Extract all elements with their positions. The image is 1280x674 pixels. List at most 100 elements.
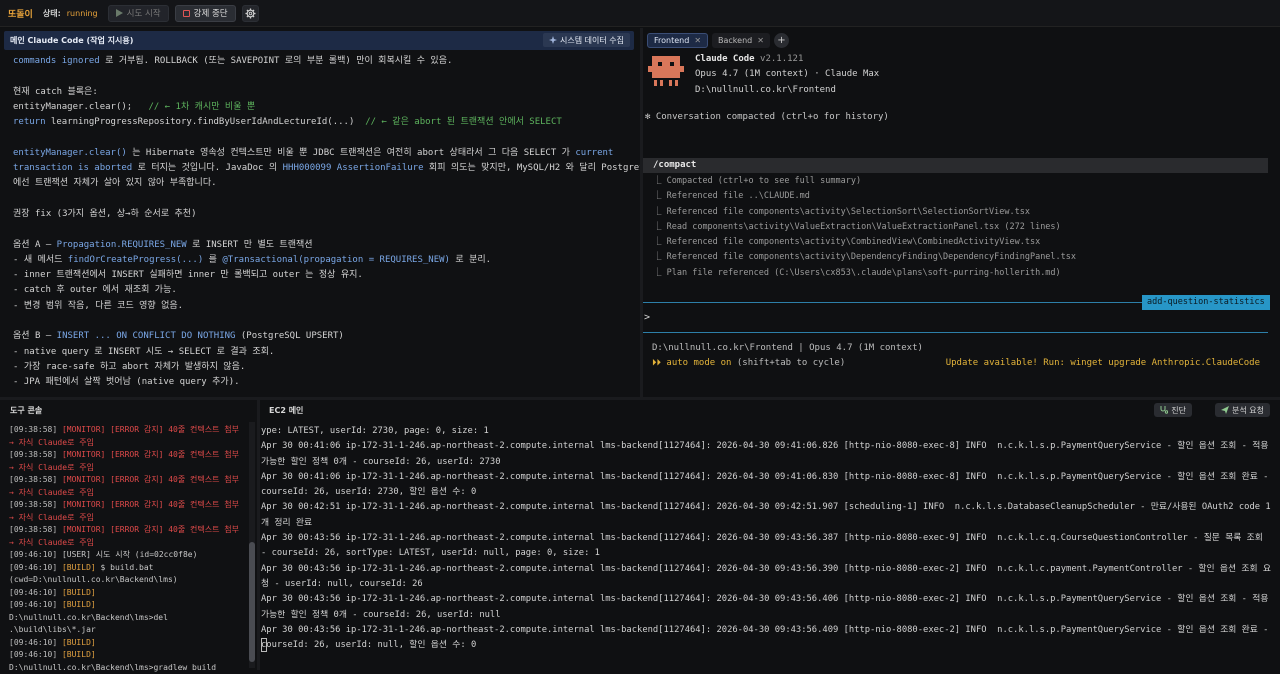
compact-result-item: ⎿ Referenced file components\activity\De… (653, 252, 1077, 263)
stethoscope-icon (1160, 406, 1169, 414)
settings-button[interactable] (241, 4, 259, 22)
compact-result-item: ⎿ Referenced file components\activity\Co… (653, 237, 1041, 248)
tool-console-scrollbar[interactable] (249, 422, 255, 668)
output-segment: - 가장 race-safe 하고 abort 자체가 발생하지 않음. (13, 361, 246, 372)
compact-command: /compact (643, 158, 1268, 173)
log-tag: [BUILD] (61, 600, 96, 609)
close-icon[interactable]: ✕ (757, 36, 764, 45)
ec2-log-line: Apr 30 00:43:56 ip-172-31-1-246.ap-north… (261, 563, 1271, 589)
tab-label: Backend (718, 35, 753, 45)
status-value: running (66, 8, 98, 18)
close-icon[interactable]: ✕ (694, 36, 701, 45)
top-toolbar: 또돌이 상태: running 시도 시작 강제 중단 (0, 0, 1280, 27)
compact-result-item: ⎿ Compacted (ctrl+o to see full summary) (653, 176, 862, 186)
output-segment: entityManager.clear() (13, 147, 127, 158)
claude-code-version: v2.1.121 (760, 54, 804, 64)
log-tag: [BUILD] (61, 587, 96, 597)
log-timestamp: [09:46:10] (9, 600, 62, 609)
ec2-log-line: Apr 30 00:41:06 ip-172-31-1-246.ap-north… (261, 441, 1274, 467)
console-log-entry: [09:38:58] [MONITOR] [ERROR 감지] 40줄 컨텍스트… (9, 524, 245, 549)
output-segment: 에선 트랜잭션 자체가 살아 있지 않아 부족합니다. (13, 178, 217, 189)
main-panel-output: commands ignored 로 거부됨. ROLLBACK (또는 SAV… (13, 54, 655, 391)
scrollbar-thumb[interactable] (249, 542, 255, 662)
terminal-panel: Frontend ✕ Backend ✕ + Claude Code v2.1.… (643, 28, 1280, 397)
start-attempt-button[interactable]: 시도 시작 (107, 4, 169, 22)
output-segment: 는 Hibernate 영속성 컨텍스트만 비울 뿐 JDBC 트랜잭션은 여전… (126, 147, 576, 158)
log-tag: [MONITOR] (61, 475, 106, 484)
output-segment: transaction is aborted (13, 163, 133, 174)
auto-mode-indicator[interactable]: ⏵⏵ auto mode on (652, 358, 731, 368)
model-info: Opus 4.7 (1M context) · Claude Max (695, 69, 880, 80)
output-segment: 옵션 A — (13, 239, 57, 250)
output-line: - JPA 패턴에서 살짝 벗어남 (native query 추가). (13, 375, 635, 390)
terminal-tabs: Frontend ✕ Backend ✕ + (647, 31, 789, 49)
output-line: - 새 메서드 findOrCreateProgress(...) 를 @Tra… (13, 253, 635, 268)
ec2-log-line: Apr 30 00:42:51 ip-172-31-1-246.ap-north… (261, 502, 1271, 528)
output-segment: HHH000099 AssertionFailure (282, 163, 424, 174)
working-directory: D:\nullnull.co.kr\Frontend (695, 84, 836, 95)
output-segment: 로 거부됨. ROLLBACK (또는 SAVEPOINT 로의 부분 롤백) … (99, 56, 453, 66)
claude-code-info: Claude Code v2.1.121 Opus 4.7 (1M contex… (695, 52, 879, 98)
output-segment: return (13, 117, 46, 128)
output-segment: 회피 의도는 맞지만, MySQL/H2 와 달리 PostgreSQL (423, 163, 656, 174)
console-log-entry: [09:38:58] [MONITOR] [ERROR 감지] 40줄 컨텍스트… (9, 474, 245, 499)
ec2-log-line: Apr 30 00:43:56 ip-172-31-1-246.ap-north… (261, 533, 1269, 559)
request-analysis-button[interactable]: 분석 요청 (1215, 403, 1270, 417)
output-segment: 권장 fix (3가지 옵션, 상→하 순서로 추천) (13, 208, 197, 219)
play-icon (115, 9, 123, 17)
send-icon (1221, 406, 1230, 414)
main-panel-header: 메인 Claude Code (작업 지시용) 시스템 데이터 수집 (4, 31, 634, 50)
output-line: - 가장 race-safe 하고 abort 자체가 발생하지 않음. (13, 360, 635, 375)
console-log-entry: [09:46:10] [USER] 시도 시작 (id=02cc0f8e) (9, 549, 245, 562)
output-segment: Propagation.REQUIRES_NEW (56, 239, 187, 250)
prompt-bottom-divider (643, 332, 1268, 333)
output-line: - catch 후 outer 에서 재조회 가능. (13, 283, 635, 298)
log-timestamp: [09:38:58] (9, 500, 62, 509)
output-segment: 옵션 B — (13, 331, 57, 342)
prompt-input[interactable]: > (644, 312, 650, 323)
log-tag: [MONITOR] (61, 525, 106, 534)
tab-frontend[interactable]: Frontend ✕ (647, 32, 709, 48)
log-timestamp: [09:46:10] (9, 562, 62, 572)
diagnose-button[interactable]: 진단 (1154, 403, 1192, 417)
ec2-log-line: Apr 30 00:43:56 ip-172-31-1-246.ap-north… (261, 594, 1274, 620)
start-attempt-label: 시도 시작 (126, 9, 161, 19)
output-segment: 로 터지는 것입니다. JavaDoc 의 (132, 163, 283, 174)
console-log-entry: [09:46:10] [BUILD] (9, 587, 245, 600)
output-segment: 를 (203, 254, 223, 265)
git-branch-badge: add-question-statistics (1142, 295, 1270, 310)
log-timestamp: [09:46:10] (9, 587, 62, 597)
compact-result-item: ⎿ Read components\activity\ValueExtracti… (653, 221, 1061, 232)
output-segment: 현재 catch 블록은: (13, 86, 98, 97)
output-line: return learningProgressRepository.findBy… (13, 115, 635, 130)
tool-console-log: [09:38:58] [MONITOR] [ERROR 감지] 40줄 컨텍스트… (9, 424, 245, 674)
auto-mode-hint: (shift+tab to cycle) (731, 358, 846, 368)
request-analysis-label: 분석 요청 (1232, 405, 1264, 415)
plus-icon: + (777, 34, 786, 46)
tool-console-panel: 도구 콘솔 [09:38:58] [MONITOR] [ERROR 감지] 40… (0, 400, 257, 672)
collect-system-data-button[interactable]: 시스템 데이터 수집 (543, 33, 630, 47)
sparkle-icon (549, 36, 558, 44)
log-tag: [BUILD] (61, 650, 96, 659)
add-tab-button[interactable]: + (773, 32, 789, 48)
compact-result-item: ⎿ Referenced file components\activity\Se… (653, 206, 1030, 217)
output-line: 에선 트랜잭션 자체가 살아 있지 않아 부족합니다. (13, 176, 635, 191)
console-log-entry: [09:38:58] [MONITOR] [ERROR 감지] 40줄 컨텍스트… (9, 424, 245, 449)
gear-icon (245, 7, 256, 19)
compact-result-item: ⎿ Plan file referenced (C:\Users\cx853\.… (653, 267, 1061, 278)
tool-console-title: 도구 콘솔 (10, 406, 43, 415)
log-timestamp: [09:38:58] (9, 450, 62, 459)
compacted-notice: ✻ Conversation compacted (ctrl+o for his… (645, 112, 889, 122)
app-name: 또돌이 (8, 9, 33, 20)
tab-backend[interactable]: Backend ✕ (712, 32, 770, 48)
output-segment: @Transactional(propagation = REQUIRES_NE… (222, 254, 450, 265)
log-tag: [MONITOR] (61, 500, 106, 509)
output-segment: - 변경 범위 작음, 다른 코드 영향 없음. (13, 300, 184, 311)
log-timestamp: [09:46:10] (9, 650, 62, 659)
log-timestamp: [09:38:58] (9, 475, 62, 484)
force-stop-button[interactable]: 강제 중단 (174, 4, 236, 22)
output-segment: - inner 트랜잭션에서 INSERT 실패하면 inner 만 롤백되고 … (13, 270, 363, 281)
claude-logo-icon (648, 56, 684, 86)
